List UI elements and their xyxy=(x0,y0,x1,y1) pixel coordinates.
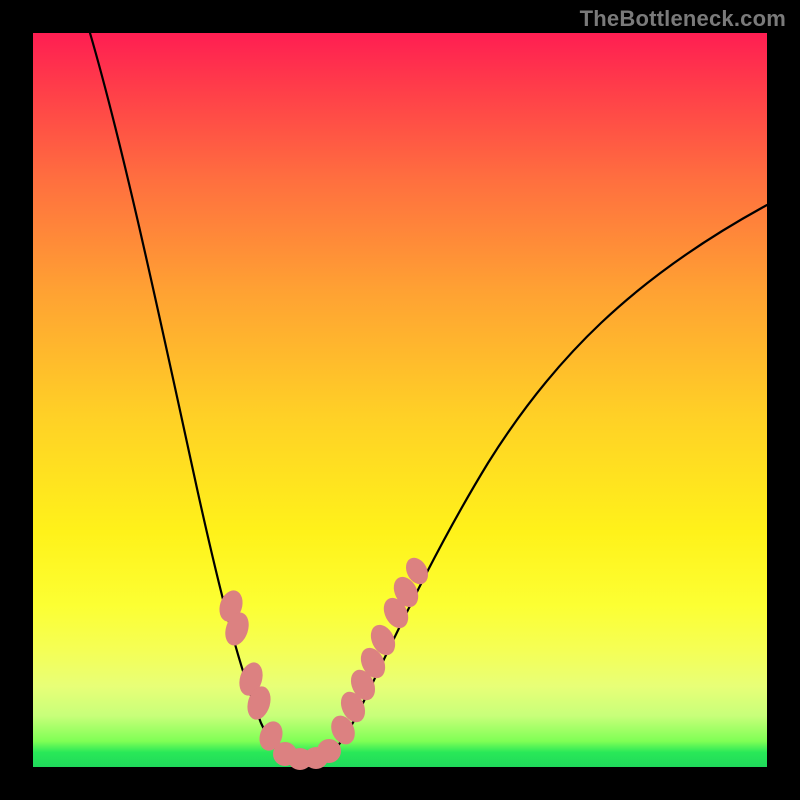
curve-left xyxy=(90,33,295,764)
chart-svg xyxy=(33,33,767,767)
marker-group xyxy=(216,554,433,770)
chart-frame: TheBottleneck.com xyxy=(0,0,800,800)
attribution-text: TheBottleneck.com xyxy=(580,6,786,32)
curve-right xyxy=(321,205,767,763)
marker-dot xyxy=(317,739,341,763)
